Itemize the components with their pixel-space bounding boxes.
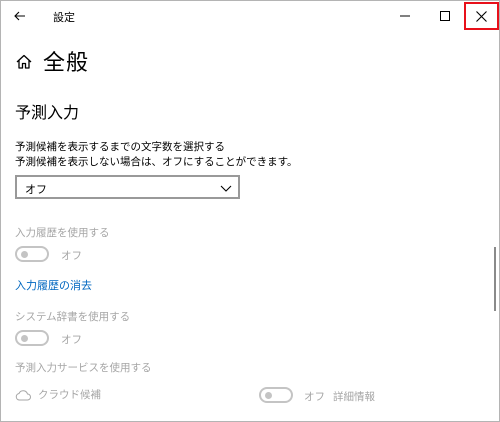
clear-history-link[interactable]: 入力履歴の消去	[15, 277, 92, 293]
system-dictionary-label: システム辞書を使用する	[15, 311, 131, 323]
maximize-icon	[440, 11, 450, 21]
window-title: 設定	[53, 11, 75, 24]
scrollbar-thumb[interactable]	[494, 247, 496, 311]
back-button[interactable]	[7, 4, 33, 28]
maximize-button[interactable]	[425, 1, 465, 31]
system-dictionary-toggle[interactable]	[15, 330, 49, 346]
predictive-description-line2: 予測候補を表示しない場合は、オフにすることができます。	[15, 156, 298, 168]
title-bar: 設定	[1, 1, 499, 32]
home-icon	[16, 54, 32, 69]
details-label: 詳細情報	[333, 391, 375, 403]
history-label: 入力履歴を使用する	[15, 227, 110, 239]
settings-window: 設定 全般 予測入力 予測候補を表示するまでの文字数を選択する 予測候補を表示し…	[0, 0, 500, 422]
toggle-knob	[21, 335, 28, 342]
dropdown-selected-value: オフ	[25, 183, 47, 196]
toggle-knob	[265, 392, 272, 399]
minimize-button[interactable]	[385, 1, 425, 31]
close-icon	[476, 10, 487, 22]
predictive-description-line1: 予測候補を表示するまでの文字数を選択する	[15, 141, 225, 153]
predictive-char-count-dropdown[interactable]: オフ	[15, 175, 240, 199]
toggle-knob	[21, 251, 28, 258]
system-dictionary-toggle-state: オフ	[61, 334, 82, 346]
cloud-candidates-toggle-state: オフ	[304, 391, 325, 403]
section-title: 予測入力	[15, 103, 80, 122]
cloud-icon	[15, 390, 31, 401]
history-toggle-state: オフ	[61, 250, 82, 262]
history-toggle[interactable]	[15, 246, 49, 262]
page-title: 全般	[43, 51, 90, 76]
predictive-service-label: 予測入力サービスを使用する	[15, 362, 152, 374]
chevron-down-icon	[220, 185, 232, 192]
cloud-candidates-label: クラウド候補	[38, 389, 101, 401]
cloud-candidates-toggle[interactable]	[259, 387, 293, 403]
close-button[interactable]	[464, 2, 499, 30]
minimize-icon	[400, 15, 410, 17]
back-arrow-icon	[14, 11, 25, 21]
